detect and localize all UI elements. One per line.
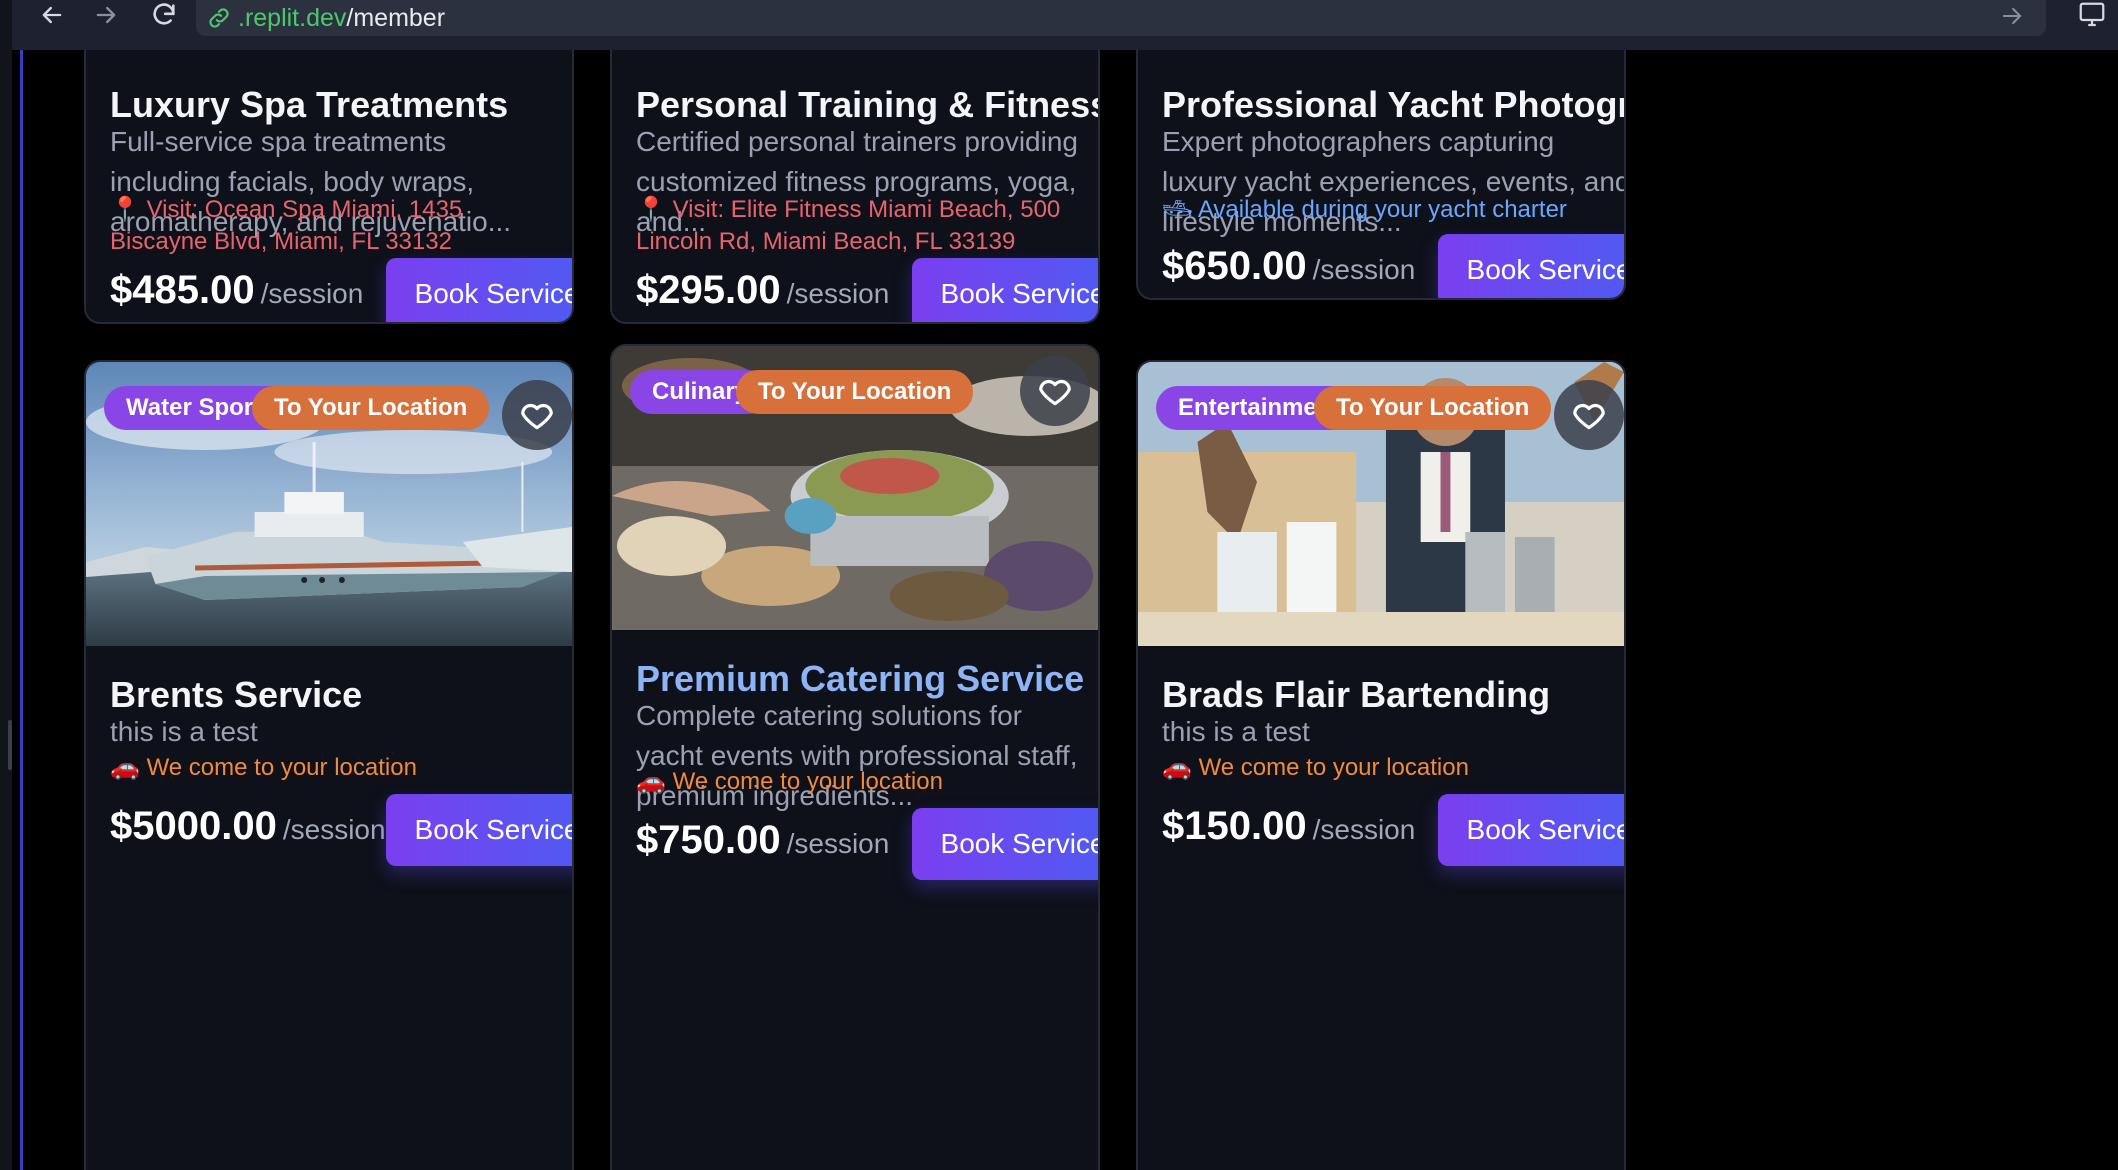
device-icon[interactable] xyxy=(2072,0,2112,30)
back-arrow-icon xyxy=(42,6,62,24)
location-text: We come to your location xyxy=(1198,754,1469,781)
service-card[interactable]: Personal Training & Fitness Certified pe… xyxy=(610,50,1100,324)
book-service-button[interactable]: Book Service xyxy=(386,258,572,322)
service-card[interactable]: Professional Yacht Photography Expert ph… xyxy=(1136,50,1626,300)
link-icon xyxy=(209,8,229,28)
service-title[interactable]: Premium Catering Service xyxy=(636,658,1084,700)
service-card[interactable]: Entertainment To Your Location Brads Fla… xyxy=(1136,360,1626,1170)
price-value: $295.00 xyxy=(636,268,781,312)
pin-icon: 📍 xyxy=(636,196,666,223)
service-location: 📍 Visit: Ocean Spa Miami, 1435 Biscayne … xyxy=(110,194,550,258)
reload-button[interactable] xyxy=(144,0,184,30)
back-button[interactable] xyxy=(32,0,72,30)
heart-icon xyxy=(521,403,553,430)
service-description: this is a test xyxy=(110,716,258,747)
url-path: /member xyxy=(346,3,446,32)
location-text: Visit: Ocean Spa Miami, 1435 Biscayne Bl… xyxy=(110,196,463,255)
price-unit: /session xyxy=(260,278,364,309)
forward-button[interactable] xyxy=(86,0,126,30)
service-title: Professional Yacht Photography xyxy=(1162,84,1624,125)
favorite-button[interactable] xyxy=(1020,356,1090,426)
location-tag: To Your Location xyxy=(252,386,490,430)
yacht-icon: 🛥 xyxy=(1162,196,1193,223)
location-text: We come to your location xyxy=(146,754,417,781)
service-price: $485.00/session xyxy=(110,268,363,313)
heart-icon xyxy=(1039,379,1071,406)
price-value: $750.00 xyxy=(636,818,781,862)
service-price: $650.00/session xyxy=(1162,244,1415,289)
focus-accent xyxy=(20,50,23,1170)
service-location: 🚗 We come to your location xyxy=(1162,752,1624,784)
service-card[interactable]: Luxury Spa Treatments Full-service spa t… xyxy=(84,50,574,324)
price-unit: /session xyxy=(1312,254,1416,285)
pin-icon: 📍 xyxy=(110,196,140,223)
browser-toolbar: .replit.dev/member xyxy=(0,0,2118,50)
window-edge xyxy=(0,0,12,1170)
car-icon: 🚗 xyxy=(636,768,666,795)
car-icon: 🚗 xyxy=(110,754,140,781)
service-location: 🚗 We come to your location xyxy=(110,752,572,784)
price-value: $150.00 xyxy=(1162,804,1307,848)
url-host: .replit.dev xyxy=(238,3,347,32)
location-text: Available during your yacht charter xyxy=(1197,196,1567,223)
book-service-button[interactable]: Book Service xyxy=(386,794,572,866)
resize-handle[interactable] xyxy=(8,720,12,770)
service-location: 📍 Visit: Elite Fitness Miami Beach, 500 … xyxy=(636,194,1086,258)
favorite-button[interactable] xyxy=(1554,380,1624,450)
reload-icon xyxy=(153,3,175,25)
service-card[interactable]: Water Sports To Your Location Brents Ser… xyxy=(84,360,574,1170)
price-unit: /session xyxy=(786,278,890,309)
service-price: $750.00/session xyxy=(636,818,889,863)
location-tag: To Your Location xyxy=(736,370,974,414)
heart-icon xyxy=(1573,403,1605,430)
service-title: Brents Service xyxy=(110,674,363,715)
service-description: this is a test xyxy=(1162,716,1310,747)
service-price: $5000.00/session xyxy=(110,804,386,849)
service-location: 🛥 Available during your yacht charter xyxy=(1162,194,1612,226)
book-service-button[interactable]: Book Service xyxy=(912,808,1098,880)
favorite-button[interactable] xyxy=(502,380,572,450)
price-value: $5000.00 xyxy=(110,804,277,848)
services-grid: Luxury Spa Treatments Full-service spa t… xyxy=(24,50,2118,1170)
price-value: $485.00 xyxy=(110,268,255,312)
location-tag: To Your Location xyxy=(1314,386,1552,430)
service-location: 🚗 We come to your location xyxy=(636,766,1098,798)
service-price: $150.00/session xyxy=(1162,804,1415,849)
book-service-button[interactable]: Book Service xyxy=(1438,234,1624,298)
price-unit: /session xyxy=(282,814,386,845)
service-card[interactable]: Culinary To Your Location Premium Cateri… xyxy=(610,344,1100,1170)
address-bar[interactable]: .replit.dev/member xyxy=(196,0,2046,36)
price-unit: /session xyxy=(786,828,890,859)
service-description: Complete catering solutions for yacht ev… xyxy=(636,700,1078,811)
car-icon: 🚗 xyxy=(1162,754,1192,781)
navigate-icon[interactable] xyxy=(1998,2,2026,30)
location-text: We come to your location xyxy=(672,768,943,795)
service-title: Personal Training & Fitness xyxy=(636,84,1100,125)
price-value: $650.00 xyxy=(1162,244,1307,288)
service-title: Luxury Spa Treatments xyxy=(110,84,509,125)
book-service-button[interactable]: Book Service xyxy=(1438,794,1624,866)
location-text: Visit: Elite Fitness Miami Beach, 500 Li… xyxy=(636,196,1061,255)
service-title: Brads Flair Bartending xyxy=(1162,674,1551,715)
forward-arrow-icon xyxy=(96,6,116,24)
book-service-button[interactable]: Book Service xyxy=(912,258,1098,322)
price-unit: /session xyxy=(1312,814,1416,845)
service-price: $295.00/session xyxy=(636,268,889,313)
